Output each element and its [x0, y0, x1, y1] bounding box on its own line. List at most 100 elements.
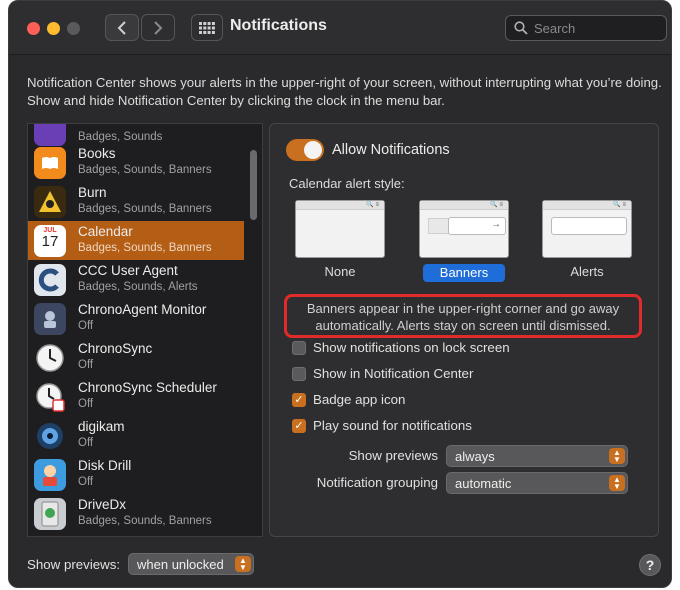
app-sub: Badges, Sounds, Alerts	[78, 281, 198, 293]
lock-screen-checkbox-row[interactable]: Show notifications on lock screen	[292, 340, 510, 355]
lock-screen-label: Show notifications on lock screen	[313, 340, 510, 355]
grouping-label: Notification grouping	[316, 475, 438, 490]
app-sub: Badges, Sounds, Banners	[78, 515, 212, 527]
app-name: Books	[78, 146, 116, 161]
app-sub: Off	[78, 398, 94, 410]
global-show-previews-value: when unlocked	[137, 557, 224, 572]
list-scrollbar[interactable]	[250, 150, 257, 220]
badge-checkbox-row[interactable]: ✓ Badge app icon	[292, 392, 405, 407]
badge-checkbox[interactable]: ✓	[292, 392, 306, 407]
app-sub: Badges, Sounds	[78, 131, 163, 143]
description-text: Notification Center shows your alerts in…	[27, 75, 662, 108]
list-item[interactable]: ChronoSync Off	[28, 338, 244, 377]
alert-style-none-option[interactable]: 🔍 ≡	[295, 200, 385, 258]
allow-notifications-label: Allow Notifications	[332, 142, 450, 158]
alert-style-alerts-label[interactable]: Alerts	[542, 264, 632, 279]
burn-icon	[34, 185, 66, 218]
calendar-day: 17	[41, 232, 59, 250]
app-list[interactable]: Badges, Sounds Books Badges, Sounds, Ban…	[27, 123, 263, 537]
show-previews-label: Show previews	[348, 448, 438, 463]
show-previews-value: always	[455, 449, 495, 464]
updown-chevron-icon: ▲ ▼	[609, 475, 625, 491]
minimize-window-button[interactable]	[47, 22, 60, 35]
close-window-button[interactable]	[27, 22, 40, 35]
list-item[interactable]: CCC User Agent Badges, Sounds, Alerts	[28, 260, 244, 299]
updown-chevron-icon: ▲ ▼	[235, 556, 251, 572]
app-name: Disk Drill	[78, 458, 132, 473]
app-sub: Badges, Sounds, Banners	[78, 203, 212, 215]
grouping-value: automatic	[455, 476, 512, 491]
app-sub: Off	[78, 320, 94, 332]
back-button[interactable]	[105, 14, 139, 41]
books-icon	[34, 146, 66, 179]
clock-icon	[34, 342, 66, 374]
global-show-previews-label: Show previews:	[27, 557, 121, 572]
notification-center-checkbox[interactable]	[292, 366, 306, 381]
sound-checkbox[interactable]: ✓	[292, 418, 306, 433]
allow-notifications-toggle[interactable]	[286, 139, 324, 161]
grid-icon	[199, 21, 215, 34]
app-name: Calendar	[78, 224, 133, 239]
app-name: CCC User Agent	[78, 263, 178, 278]
app-sub: Badges, Sounds, Banners	[78, 164, 212, 176]
thumb-menubar: 🔍 ≡	[420, 201, 508, 210]
menubar-icons: 🔍 ≡	[490, 202, 503, 208]
app-name: ChronoSync Scheduler	[78, 380, 217, 395]
app-name: digikam	[78, 419, 125, 434]
app-name: ChronoAgent Monitor	[78, 302, 207, 317]
badge-label: Badge app icon	[313, 392, 406, 407]
titlebar: Notifications	[9, 1, 671, 55]
forward-button[interactable]	[141, 14, 175, 41]
grouping-select[interactable]: automatic ▲ ▼	[446, 472, 628, 494]
list-item[interactable]: Disk Drill Off	[28, 455, 244, 494]
global-show-previews-select[interactable]: when unlocked ▲ ▼	[128, 553, 254, 575]
search-icon	[514, 21, 528, 35]
show-all-button[interactable]	[191, 14, 223, 41]
list-item[interactable]: digikam Off	[28, 416, 244, 455]
updown-chevron-icon: ▲ ▼	[609, 448, 625, 464]
show-previews-select[interactable]: always ▲ ▼	[446, 445, 628, 467]
thumb-menubar: 🔍 ≡	[543, 201, 631, 210]
help-button[interactable]: ?	[639, 554, 661, 576]
lock-screen-checkbox[interactable]	[292, 340, 306, 355]
arrow-right-icon: →	[491, 219, 501, 230]
menubar-icons: 🔍 ≡	[613, 202, 626, 208]
list-item-selected[interactable]: JUL 17 Calendar Badges, Sounds, Banners	[28, 221, 244, 260]
calendar-icon: JUL 17	[34, 224, 66, 257]
list-item[interactable]: Burn Badges, Sounds, Banners	[28, 182, 244, 221]
search-input[interactable]	[534, 20, 659, 36]
list-item[interactable]: Books Badges, Sounds, Banners	[28, 143, 244, 182]
alert-style-banners-label[interactable]: Banners	[423, 264, 505, 282]
alert-style-banners-option[interactable]: 🔍 ≡ →	[419, 200, 509, 258]
list-item[interactable]: ChronoSync Scheduler Off	[28, 377, 244, 416]
alert-style-none-label[interactable]: None	[295, 264, 385, 279]
thumb-menubar: 🔍 ≡	[296, 201, 384, 210]
menubar-icons: 🔍 ≡	[366, 202, 379, 208]
app-name: ChronoSync	[78, 341, 153, 356]
notification-center-checkbox-row[interactable]: Show in Notification Center	[292, 366, 473, 381]
alert-style-alerts-option[interactable]: 🔍 ≡	[542, 200, 632, 258]
notification-center-label: Show in Notification Center	[313, 366, 474, 381]
app-sub: Off	[78, 437, 94, 449]
chronoagent-icon	[34, 302, 66, 335]
ccc-icon	[34, 263, 66, 296]
search-field[interactable]	[505, 15, 667, 41]
toggle-knob	[304, 141, 322, 159]
list-item[interactable]: ChronoAgent Monitor Off	[28, 299, 244, 338]
list-item[interactable]: DriveDx Badges, Sounds, Banners	[28, 494, 244, 533]
disk-drill-icon	[34, 458, 66, 491]
digikam-icon	[34, 420, 66, 452]
clock-calendar-icon	[34, 381, 66, 413]
sound-checkbox-row[interactable]: ✓ Play sound for notifications	[292, 418, 472, 433]
zoom-window-button[interactable]	[67, 22, 80, 35]
app-name: Burn	[78, 185, 107, 200]
app-sub: Badges, Sounds, Banners	[78, 242, 212, 254]
checkmark-icon: ✓	[294, 394, 304, 406]
banner-ghost	[428, 218, 450, 234]
alert-style-label: Calendar alert style:	[289, 176, 405, 191]
style-description-callout: Banners appear in the upper-right corner…	[284, 294, 642, 338]
preferences-window: Notifications Notification Center shows …	[8, 0, 672, 588]
alert-preview	[551, 217, 627, 235]
app-sub: Off	[78, 359, 94, 371]
app-sub: Off	[78, 476, 94, 488]
